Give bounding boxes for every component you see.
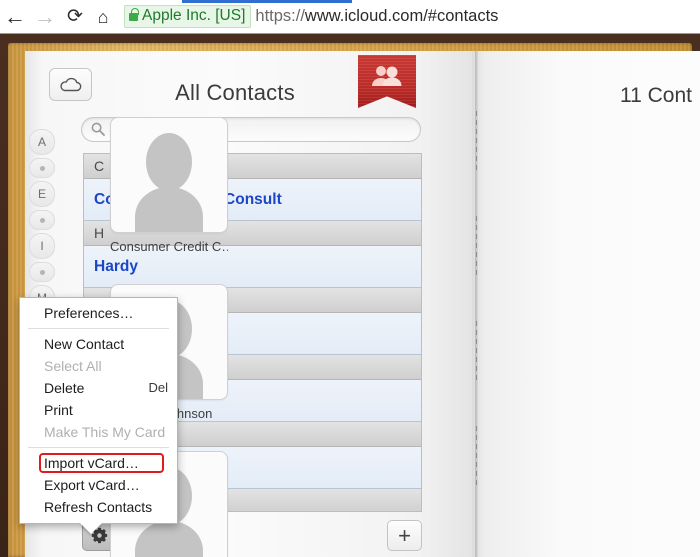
dot-glyph (39, 269, 45, 275)
menu-item-import-vcard[interactable]: Import vCard… (20, 452, 177, 474)
menu-item-label: Print (44, 402, 73, 418)
back-icon[interactable]: ← (0, 2, 30, 32)
menu-item-shortcut: Del (148, 380, 168, 395)
person-placeholder-icon (110, 117, 228, 233)
screen: ← → ⟳ ⌂ Apple Inc. [US] https://www.iclo… (0, 0, 700, 557)
add-contact-button[interactable]: + (387, 520, 422, 551)
menu-item-label: Select All (44, 358, 102, 374)
browser-toolbar: ← → ⟳ ⌂ Apple Inc. [US] https://www.iclo… (0, 0, 700, 34)
search-icon (91, 122, 105, 136)
contacts-people-icon[interactable] (358, 55, 416, 108)
tab-strip-accent (182, 0, 352, 3)
menu-item-label: Export vCard… (44, 477, 140, 493)
alphabet-index: AEIM (29, 129, 55, 314)
alpha-index-dot[interactable] (29, 210, 55, 230)
alpha-index-dot[interactable] (29, 262, 55, 282)
menu-item-select-all: Select All (20, 355, 177, 377)
dot-glyph (39, 165, 45, 171)
menu-item-new-contact[interactable]: New Contact (20, 333, 177, 355)
address-bar[interactable]: Apple Inc. [US] https://www.icloud.com/#… (124, 1, 700, 32)
contact-card-label: Consumer Credit C… (110, 239, 228, 254)
ev-certificate-label: Apple Inc. [US] (142, 7, 246, 24)
contacts-action-menu[interactable]: Preferences… New Contact Select All Delete D… (19, 297, 178, 534)
url-text: https://www.icloud.com/#contacts (255, 7, 498, 26)
menu-item-refresh-contacts[interactable]: Refresh Contacts (20, 496, 177, 518)
ev-certificate-badge[interactable]: Apple Inc. [US] (124, 5, 252, 28)
alpha-index-dot[interactable] (29, 158, 55, 178)
book-page-right (472, 51, 700, 557)
menu-item-label: Delete (44, 380, 85, 396)
menu-item-print[interactable]: Print (20, 399, 177, 421)
menu-item-delete[interactable]: Delete Del (20, 377, 177, 399)
url-scheme: https:// (255, 7, 305, 25)
home-icon[interactable]: ⌂ (88, 2, 118, 32)
contacts-count-title: 11 Cont (620, 84, 692, 107)
menu-pointer-arrow (80, 523, 102, 534)
menu-item-label: Preferences… (44, 305, 134, 321)
spine-stitch (476, 216, 477, 276)
menu-item-export-vcard[interactable]: Export vCard… (20, 474, 177, 496)
dot-glyph (39, 217, 45, 223)
people-glyph (372, 66, 402, 86)
alpha-index-letter[interactable]: A (29, 129, 55, 155)
person-glyph (135, 133, 203, 232)
lock-icon (129, 8, 139, 21)
alpha-index-letter[interactable]: E (29, 181, 55, 207)
menu-separator (28, 447, 169, 448)
reload-icon[interactable]: ⟳ (60, 2, 90, 32)
menu-item-preferences[interactable]: Preferences… (20, 302, 177, 324)
menu-item-make-this-my-card: Make This My Card (20, 421, 177, 443)
alpha-index-letter[interactable]: I (29, 233, 55, 259)
menu-item-label: New Contact (44, 336, 125, 352)
forward-icon[interactable]: → (30, 2, 60, 32)
menu-separator (28, 328, 169, 329)
spine-stitch (476, 111, 477, 171)
menu-item-label: Import vCard… (44, 455, 139, 471)
spine-stitch (476, 321, 477, 381)
url-rest: www.icloud.com/#contacts (304, 7, 499, 25)
spine-stitch (476, 426, 477, 486)
menu-item-label: Make This My Card (44, 424, 166, 440)
menu-item-label: Refresh Contacts (44, 499, 153, 515)
contact-card[interactable]: Consumer Credit C… (110, 117, 228, 254)
